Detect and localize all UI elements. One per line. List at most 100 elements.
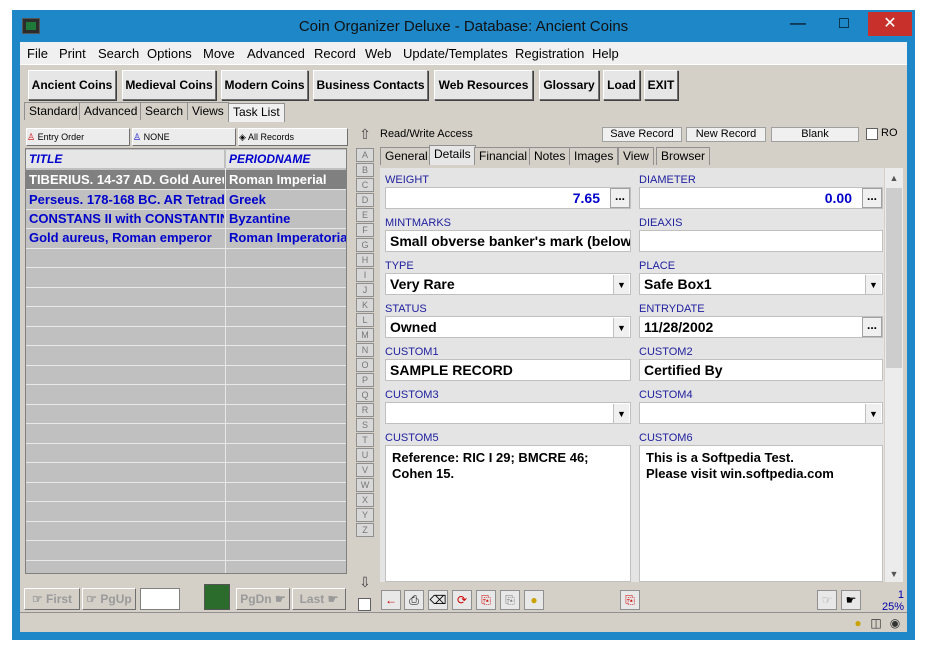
alpha-filter-b[interactable]: B [356,163,374,177]
menu-help[interactable]: Help [592,45,619,63]
custom2-field[interactable]: Certified By [639,359,883,381]
lightbulb-icon[interactable]: ● [524,590,544,610]
last-button[interactable]: Last ☛ [292,588,346,610]
page-jump-input[interactable] [140,588,180,610]
tab-general[interactable]: General [380,147,433,165]
business-contacts-button[interactable]: Business Contacts [313,70,428,100]
glossary-button[interactable]: Glossary [539,70,599,100]
menu-update-templates[interactable]: Update/Templates [403,45,508,63]
table-row-selected[interactable]: TIBERIUS. 14-37 AD. Gold Aureus Roman Im… [26,170,346,189]
chevron-down-icon[interactable]: ▼ [865,404,881,423]
tab-advanced[interactable]: Advanced [79,102,143,120]
arrow-up-icon[interactable]: ⇧ [357,126,373,144]
new-record-button[interactable]: New Record [686,127,766,142]
menu-registration[interactable]: Registration [515,45,584,63]
alpha-filter-r[interactable]: R [356,403,374,417]
lightbulb-icon[interactable]: ● [851,616,865,630]
web-resources-button[interactable]: Web Resources [434,70,533,100]
menu-record[interactable]: Record [314,45,356,63]
alpha-filter-k[interactable]: K [356,298,374,312]
alpha-filter-m[interactable]: M [356,328,374,342]
diameter-field[interactable]: 0.00... [639,187,883,209]
load-button[interactable]: Load [603,70,640,100]
table-row[interactable]: Gold aureus, Roman emperor Roman Imperat… [26,228,346,247]
alpha-filter-z[interactable]: Z [356,523,374,537]
tab-task-list[interactable]: Task List [228,103,285,122]
menu-print[interactable]: Print [59,45,86,63]
alpha-filter-c[interactable]: C [356,178,374,192]
status-select[interactable]: Owned ▼ [385,316,631,338]
custom1-field[interactable]: SAMPLE RECORD [385,359,631,381]
alpha-filter-o[interactable]: O [356,358,374,372]
alpha-filter-e[interactable]: E [356,208,374,222]
menu-file[interactable]: File [27,45,48,63]
scroll-down-icon[interactable]: ▼ [885,566,903,582]
ellipsis-button[interactable]: ... [610,188,630,208]
alpha-filter-y[interactable]: Y [356,508,374,522]
first-button[interactable]: ☞ First [24,588,80,610]
alpha-filter-p[interactable]: P [356,373,374,387]
scroll-thumb[interactable] [886,188,902,368]
tab-images[interactable]: Images [569,147,619,165]
alpha-filter-u[interactable]: U [356,448,374,462]
place-select[interactable]: Safe Box1 ▼ [639,273,883,295]
modern-coins-button[interactable]: Modern Coins [221,70,308,100]
arrow-down-icon[interactable]: ⇩ [357,574,373,592]
readonly-checkbox[interactable] [866,128,878,140]
all-records-button[interactable]: ◈ All Records [238,128,348,146]
hand-right-icon[interactable]: ☛ [841,590,861,610]
alpha-filter-v[interactable]: V [356,463,374,477]
alpha-filter-d[interactable]: D [356,193,374,207]
alpha-checkbox[interactable] [358,598,371,611]
menu-options[interactable]: Options [147,45,192,63]
alpha-filter-w[interactable]: W [356,478,374,492]
tab-standard[interactable]: Standard [24,102,83,120]
tab-views[interactable]: Views [187,102,229,120]
alpha-filter-g[interactable]: G [356,238,374,252]
pgdn-button[interactable]: PgDn ☛ [236,588,290,610]
table-row[interactable]: CONSTANS II with CONSTANTINE IV Byzantin… [26,209,346,228]
column-header-title[interactable]: TITLE [26,150,224,168]
menu-advanced[interactable]: Advanced [247,45,305,63]
arrow-left-icon[interactable]: ← [381,590,401,610]
alpha-filter-x[interactable]: X [356,493,374,507]
ellipsis-button[interactable]: ... [862,188,882,208]
alpha-filter-q[interactable]: Q [356,388,374,402]
custom5-memo[interactable]: Reference: RIC I 29; BMCRE 46; Cohen 15. [385,445,631,582]
type-select[interactable]: Very Rare ▼ [385,273,631,295]
tab-notes[interactable]: Notes [529,147,571,165]
alpha-filter-j[interactable]: J [356,283,374,297]
mintmarks-field[interactable]: Small obverse banker's mark (below chin) [385,230,631,252]
save-record-button[interactable]: Save Record [602,127,682,142]
ellipsis-button[interactable]: ... [862,317,882,337]
chevron-down-icon[interactable]: ▼ [865,275,881,294]
alpha-filter-s[interactable]: S [356,418,374,432]
alpha-filter-l[interactable]: L [356,313,374,327]
chevron-down-icon[interactable]: ▼ [613,318,629,337]
entry-order-button[interactable]: ♙ Entry Order [26,128,130,146]
chevron-down-icon[interactable]: ▼ [613,275,629,294]
tab-details[interactable]: Details [429,145,476,165]
lock-icon[interactable]: ◉ [888,616,902,630]
alpha-filter-f[interactable]: F [356,223,374,237]
copy-icon[interactable]: ◫ [869,616,883,630]
blank-button[interactable]: Blank [771,127,859,142]
close-icon[interactable]: ✕ [868,12,912,36]
import-icon[interactable]: ⎘ [500,590,520,610]
exit-button[interactable]: EXIT [644,70,678,100]
export-icon[interactable]: ⎘ [476,590,496,610]
pgup-button[interactable]: ☞ PgUp [82,588,136,610]
entrydate-field[interactable]: 11/28/2002... [639,316,883,338]
dieaxis-field[interactable] [639,230,883,252]
alpha-filter-i[interactable]: I [356,268,374,282]
ancient-coins-button[interactable]: Ancient Coins [28,70,116,100]
menu-move[interactable]: Move [203,45,235,63]
minimize-icon[interactable]: — [776,12,820,36]
custom3-select[interactable]: ▼ [385,402,631,424]
alpha-filter-a[interactable]: A [356,148,374,162]
medieval-coins-button[interactable]: Medieval Coins [122,70,216,100]
abc-grid-icon[interactable] [204,584,230,610]
report-icon[interactable]: ⎘ [620,590,640,610]
scroll-up-icon[interactable]: ▲ [885,170,903,186]
maximize-icon[interactable]: □ [822,12,866,36]
